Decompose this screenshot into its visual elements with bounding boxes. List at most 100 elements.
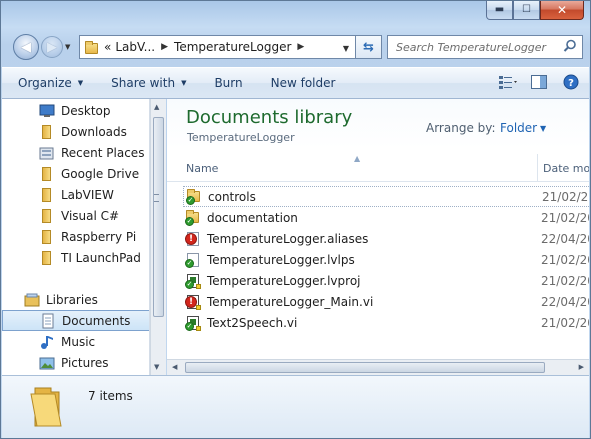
library-header: Documents library TemperatureLogger Arra… bbox=[167, 99, 589, 149]
back-button[interactable]: ◀ bbox=[13, 34, 39, 60]
file-name: TemperatureLogger.lvproj bbox=[207, 273, 361, 288]
music-icon bbox=[39, 334, 55, 350]
nav-item-pictures[interactable]: Pictures bbox=[2, 352, 149, 373]
pictures-icon bbox=[39, 355, 55, 371]
address-dropdown-icon[interactable]: ▼ bbox=[343, 44, 349, 53]
command-bar: Organize ▼ Share with ▼ Burn New folder bbox=[2, 67, 589, 99]
view-list-icon bbox=[499, 76, 517, 89]
scroll-down-icon[interactable]: ▼ bbox=[154, 363, 159, 371]
file-date: 21/02/20 bbox=[541, 252, 589, 267]
close-button[interactable]: ✕ bbox=[540, 1, 584, 20]
breadcrumb-separator-icon[interactable]: ▶ bbox=[161, 42, 168, 52]
file-date: 22/04/20 bbox=[541, 294, 589, 309]
file-row-aliases[interactable]: ! TemperatureLogger.aliases 22/04/20 bbox=[183, 228, 589, 249]
search-input[interactable] bbox=[396, 40, 556, 54]
arrange-by-dropdown[interactable]: Folder bbox=[500, 121, 537, 135]
search-box[interactable] bbox=[387, 35, 583, 59]
nav-item-documents[interactable]: Documents bbox=[2, 310, 149, 331]
sort-ascending-icon: ▲ bbox=[354, 154, 361, 163]
nav-item-visual-csharp[interactable]: Visual C# bbox=[2, 205, 149, 226]
scroll-up-icon[interactable]: ▲ bbox=[154, 103, 159, 111]
file-row-lvproj[interactable]: ✓ TemperatureLogger.lvproj 21/02/20 bbox=[183, 270, 589, 291]
nav-item-label: Visual C# bbox=[61, 208, 120, 223]
forward-button[interactable]: ▶ bbox=[41, 36, 63, 58]
column-header-date-modified[interactable]: Date mo bbox=[543, 162, 589, 175]
chevron-down-icon: ▼ bbox=[181, 79, 187, 87]
breadcrumb-separator-icon[interactable]: ▶ bbox=[297, 42, 304, 52]
file-name: TemperatureLogger.lvlps bbox=[207, 252, 355, 267]
svg-text:?: ? bbox=[568, 78, 574, 89]
file-date: 21/02/20 bbox=[541, 273, 589, 288]
file-row-lvlps[interactable]: ✓ TemperatureLogger.lvlps 21/02/20 bbox=[183, 249, 589, 270]
navigation-pane-scrollbar[interactable]: ▲ ▼ bbox=[150, 99, 166, 375]
breadcrumb-temperaturelogger[interactable]: TemperatureLogger bbox=[174, 40, 291, 54]
address-overflow[interactable]: « bbox=[104, 40, 111, 54]
forward-arrow-icon: ▶ bbox=[47, 39, 57, 55]
library-subtitle[interactable]: TemperatureLogger bbox=[187, 131, 295, 144]
folder-icon bbox=[39, 208, 55, 224]
address-bar[interactable]: « LabV... ▶ TemperatureLogger ▶ ▼ bbox=[79, 35, 356, 59]
file-row-text2speech-vi[interactable]: ✓ Text2Speech.vi 21/02/20 bbox=[183, 312, 589, 333]
nav-item-libraries[interactable]: Libraries bbox=[2, 289, 149, 310]
nav-item-google-drive[interactable]: Google Drive bbox=[2, 163, 149, 184]
scrollbar-thumb[interactable] bbox=[185, 362, 545, 373]
folder-ok-icon: ✓ bbox=[186, 188, 202, 205]
nav-item-labview[interactable]: LabVIEW bbox=[2, 184, 149, 205]
nav-item-label: Recent Places bbox=[61, 145, 145, 160]
file-row-controls[interactable]: ✓ controls 21/02/20 bbox=[183, 186, 589, 207]
nav-item-label: Pictures bbox=[61, 355, 109, 370]
close-icon: ✕ bbox=[556, 3, 568, 17]
chevron-down-icon[interactable]: ▼ bbox=[540, 124, 546, 133]
nav-item-label: Documents bbox=[62, 313, 131, 328]
scrollbar-thumb[interactable] bbox=[153, 117, 164, 317]
navigation-pane: Desktop Downloads Recent Places Google D… bbox=[2, 99, 150, 375]
folder-ok-icon: ✓ bbox=[185, 209, 201, 226]
nav-item-raspberry-pi[interactable]: Raspberry Pi bbox=[2, 226, 149, 247]
arrange-by-label: Arrange by: bbox=[426, 121, 496, 135]
scroll-right-icon[interactable]: ▶ bbox=[579, 363, 584, 371]
file-row-main-vi[interactable]: ! TemperatureLogger_Main.vi 22/04/20 bbox=[183, 291, 589, 312]
file-name: documentation bbox=[207, 210, 298, 225]
nav-item-music[interactable]: Music bbox=[2, 331, 149, 352]
nav-item-ti-launchpad[interactable]: TI LaunchPad bbox=[2, 247, 149, 268]
file-list-pane: Documents library TemperatureLogger Arra… bbox=[167, 99, 589, 375]
refresh-button[interactable]: ⇆ bbox=[356, 35, 382, 59]
file-name: TemperatureLogger_Main.vi bbox=[207, 294, 374, 309]
recent-pages-dropdown-icon[interactable]: ▼ bbox=[65, 43, 70, 51]
column-header: ▲ Name Date mo bbox=[167, 154, 589, 182]
file-row-documentation[interactable]: ✓ documentation 21/02/20 bbox=[183, 207, 589, 228]
vi-error-icon: ! bbox=[185, 294, 201, 310]
nav-item-recent-places[interactable]: Recent Places bbox=[2, 142, 149, 163]
nav-item-label: Desktop bbox=[61, 103, 111, 118]
share-with-button[interactable]: Share with ▼ bbox=[111, 76, 186, 90]
folder-icon bbox=[30, 387, 62, 427]
folder-icon bbox=[39, 229, 55, 245]
search-icon[interactable] bbox=[563, 39, 577, 53]
minimize-button[interactable]: ▬ bbox=[486, 1, 513, 20]
nav-item-downloads[interactable]: Downloads bbox=[2, 121, 149, 142]
column-header-name[interactable]: Name bbox=[186, 162, 218, 175]
preview-pane-button[interactable] bbox=[531, 74, 549, 90]
file-name: controls bbox=[208, 189, 256, 204]
item-count: 7 items bbox=[88, 389, 133, 403]
column-divider[interactable] bbox=[537, 154, 538, 182]
library-title: Documents library bbox=[186, 107, 353, 128]
file-list-horizontal-scrollbar[interactable]: ◀ ▶ bbox=[167, 359, 589, 375]
help-button[interactable]: ? bbox=[563, 74, 581, 90]
burn-button[interactable]: Burn bbox=[214, 76, 242, 90]
nav-item-label: Raspberry Pi bbox=[61, 229, 137, 244]
folder-icon bbox=[39, 124, 55, 140]
breadcrumb-labview[interactable]: LabV... bbox=[115, 40, 155, 54]
new-folder-button[interactable]: New folder bbox=[271, 76, 336, 90]
view-options-button[interactable] bbox=[499, 74, 517, 90]
organize-button[interactable]: Organize ▼ bbox=[18, 76, 83, 90]
maximize-button[interactable]: ☐ bbox=[513, 1, 540, 20]
help-icon: ? bbox=[563, 74, 579, 90]
scroll-left-icon[interactable]: ◀ bbox=[172, 363, 177, 371]
new-folder-label: New folder bbox=[270, 76, 336, 90]
burn-label: Burn bbox=[214, 76, 243, 90]
preview-pane-icon bbox=[531, 75, 547, 89]
nav-item-desktop[interactable]: Desktop bbox=[2, 100, 149, 121]
share-with-label: Share with bbox=[111, 76, 176, 90]
folder-icon bbox=[39, 250, 55, 266]
